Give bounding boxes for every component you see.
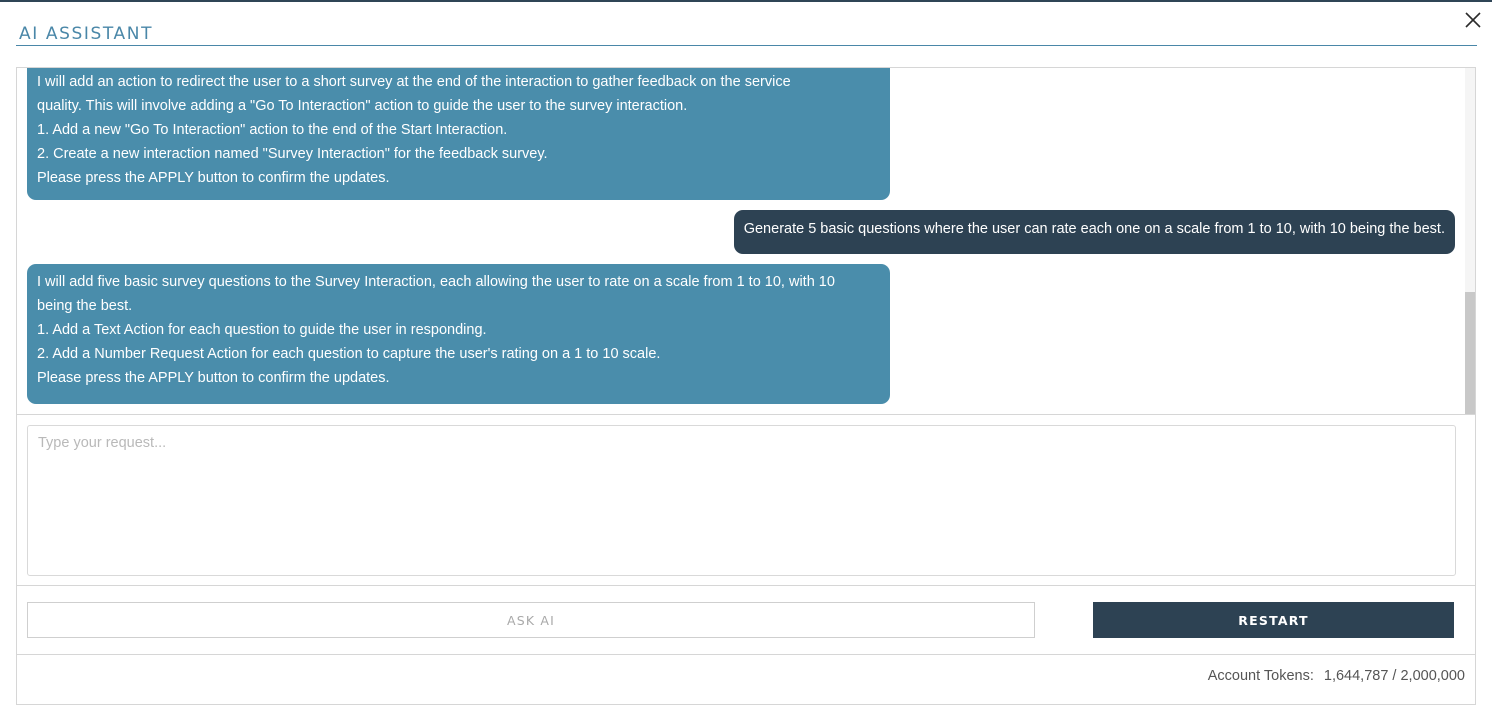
message-line: 1. Add a Text Action for each question t… [37, 322, 487, 338]
message-line: 2. Add a Number Request Action for each … [37, 346, 661, 362]
scrollbar-thumb[interactable] [1465, 292, 1475, 414]
ask-ai-button[interactable]: ASK AI [27, 602, 1035, 638]
dialog-title: AI ASSISTANT [19, 24, 154, 44]
assistant-panel: I will add an action to redirect the use… [16, 67, 1476, 705]
message-line: Please press the APPLY button to confirm… [37, 370, 390, 386]
message-line: 1. Add a new "Go To Interaction" action … [37, 122, 508, 138]
chat-scrollbar[interactable] [1465, 68, 1475, 414]
account-tokens: Account Tokens: 1,644,787 / 2,000,000 [1208, 668, 1465, 684]
message-line: Please press the APPLY button to confirm… [37, 170, 390, 186]
assistant-message: I will add five basic survey questions t… [27, 264, 890, 404]
message-line: being the best. [37, 298, 133, 314]
top-edge-strip [0, 0, 1492, 2]
tokens-value: 1,644,787 / 2,000,000 [1323, 668, 1465, 684]
title-underline [16, 45, 1477, 46]
divider [17, 585, 1475, 586]
user-message: Generate 5 basic questions where the use… [733, 210, 1455, 254]
chat-history[interactable]: I will add an action to redirect the use… [17, 68, 1475, 415]
message-line: I will add an action to redirect the use… [37, 74, 791, 90]
message-text: Generate 5 basic questions where the use… [743, 221, 1445, 237]
close-button[interactable] [1462, 9, 1484, 31]
request-input[interactable] [27, 425, 1456, 576]
tokens-label: Account Tokens: [1207, 668, 1314, 684]
message-line: I will add five basic survey questions t… [37, 274, 835, 290]
close-icon [1465, 12, 1481, 28]
message-line: 2. Create a new interaction named "Surve… [37, 146, 548, 162]
restart-button[interactable]: RESTART [1093, 602, 1454, 638]
message-line: quality. This will involve adding a "Go … [37, 98, 688, 114]
assistant-message: I will add an action to redirect the use… [27, 68, 890, 200]
divider [17, 654, 1475, 655]
